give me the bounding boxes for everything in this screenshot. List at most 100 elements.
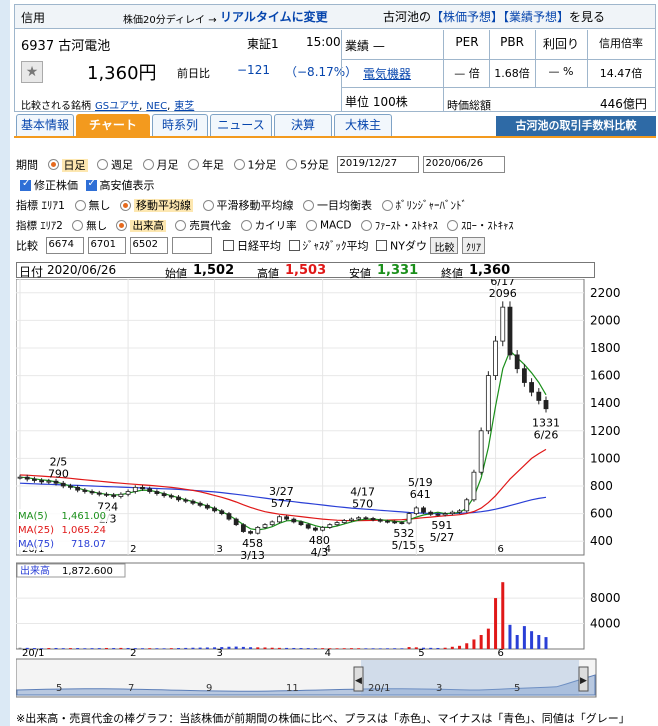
area1-option[interactable]: 一目均衡表: [317, 199, 372, 212]
area2-radio[interactable]: [72, 220, 84, 231]
area1-radio[interactable]: [120, 199, 131, 211]
area2-radio[interactable]: [175, 220, 187, 231]
candle-body: [413, 507, 419, 515]
area2-radio[interactable]: [240, 220, 252, 231]
period-radio[interactable]: [47, 159, 59, 170]
period-radio[interactable]: [286, 159, 297, 170]
candle-body: [154, 491, 160, 494]
period-option[interactable]: 週足: [111, 159, 133, 172]
business-forecast-link[interactable]: 【業績予想】: [503, 10, 569, 24]
area2-option[interactable]: MACD: [320, 220, 351, 232]
tab-time-series[interactable]: 時系列: [152, 114, 208, 136]
period-option[interactable]: 1分足: [248, 159, 277, 172]
tab-chart[interactable]: チャート: [76, 114, 150, 136]
period-radio[interactable]: [142, 159, 154, 170]
compared-stock-link[interactable]: NEC: [146, 101, 167, 112]
volume-bar: [306, 648, 310, 649]
tab-news[interactable]: ニュース: [210, 114, 272, 136]
compare-code-input[interactable]: 6701: [87, 237, 126, 254]
metric-label-per: PER: [455, 35, 479, 49]
compare-button[interactable]: 比較: [430, 237, 459, 254]
date-tick-label: 4: [325, 544, 331, 555]
close-value: 1,360: [469, 263, 511, 278]
period-radio[interactable]: [97, 159, 108, 170]
period-option[interactable]: 日足: [61, 158, 88, 172]
price-change-pct: （−8.17%）: [285, 65, 358, 79]
tab-shareholders[interactable]: 大株主: [334, 114, 392, 136]
volume-bar: [90, 648, 94, 649]
period-radio[interactable]: [188, 159, 199, 170]
compare-code-input[interactable]: 6674: [45, 237, 84, 254]
area1-radio[interactable]: [202, 199, 214, 211]
volume-bar: [104, 647, 108, 649]
compare-code-input[interactable]: [171, 237, 212, 254]
period-option[interactable]: 月足: [157, 159, 179, 172]
area1-radio[interactable]: [381, 199, 393, 211]
adjusted-price-checkbox[interactable]: [20, 178, 31, 191]
date-tick-label: 2: [130, 544, 136, 555]
open-value: 1,502: [193, 263, 235, 278]
compare-code-input[interactable]: 6502: [129, 237, 168, 254]
candle-body: [212, 507, 217, 512]
period-option[interactable]: 年足: [202, 159, 224, 172]
tab-basic-info[interactable]: 基本情報: [16, 114, 74, 136]
candle-body: [449, 511, 455, 515]
price-chart-svg[interactable]: 1/108642/57907242/34583/133/275774804/34…: [0, 275, 656, 699]
candle-body: [320, 526, 326, 531]
compared-stock-link[interactable]: 東芝: [174, 101, 194, 112]
candle-body: [313, 527, 318, 531]
nikkei-checkbox[interactable]: [223, 240, 234, 251]
volume-bar: [443, 647, 447, 649]
area1-option[interactable]: ﾎﾞﾘﾝｼﾞｬｰﾊﾞﾝﾄﾞ: [396, 199, 468, 212]
clear-button[interactable]: ｸﾘｱ: [461, 237, 485, 254]
area2-radio[interactable]: [116, 220, 128, 231]
period-radio[interactable]: [233, 159, 245, 170]
area2-option[interactable]: ﾌｧｰｽﾄ・ｽﾄｷｬｽ: [375, 220, 438, 232]
area2-option[interactable]: ｽﾛｰ・ｽﾄｷｬｽ: [461, 220, 514, 232]
left-arrow-icon: ◀: [355, 676, 362, 686]
date-from-input[interactable]: 2019/12/27: [336, 156, 419, 173]
divider: [443, 30, 444, 112]
fee-comparison-link[interactable]: 古河池の取引手数料比較: [496, 116, 656, 136]
high-value: 1,503: [285, 263, 327, 278]
candle-body: [363, 517, 369, 520]
area1-option[interactable]: 無し: [89, 199, 111, 212]
area1-option[interactable]: 平滑移動平均線: [217, 199, 294, 212]
favorite-star-icon[interactable]: ★: [21, 61, 43, 83]
area2-option[interactable]: 売買代金: [189, 220, 231, 232]
highlow-label: 高安値表示: [99, 179, 155, 192]
area2-option[interactable]: 出来高: [130, 220, 166, 232]
compared-stock-link[interactable]: GSユアサ: [95, 101, 139, 112]
area2-radio[interactable]: [360, 220, 372, 231]
candle-body: [529, 382, 534, 393]
area1-radio[interactable]: [303, 199, 314, 211]
metric-label-pbr: PBR: [500, 35, 524, 49]
annotation-value: 5/15: [392, 539, 417, 552]
area2-option[interactable]: カイリ率: [255, 220, 297, 232]
date-to-input[interactable]: 2020/06/26: [422, 156, 505, 173]
tab-earnings[interactable]: 決算: [274, 114, 332, 136]
navigator-selection[interactable]: [361, 660, 579, 696]
jasdaq-checkbox[interactable]: [288, 240, 300, 251]
candle-body: [233, 518, 239, 526]
nydow-checkbox[interactable]: [376, 240, 387, 251]
area2-option[interactable]: 無し: [86, 220, 107, 232]
ma-legend-value: 1,065.24: [61, 525, 106, 536]
area1-radio[interactable]: [74, 199, 86, 211]
stock-forecast-link[interactable]: 【株価予想】: [431, 10, 503, 24]
candle-body: [500, 306, 506, 342]
candle-body: [53, 480, 59, 484]
nydow-label: NYダウ: [390, 239, 427, 253]
area2-radio[interactable]: [447, 220, 459, 231]
candle-body: [255, 526, 261, 534]
area2-radio[interactable]: [306, 220, 317, 231]
period-option[interactable]: 5分足: [300, 159, 329, 172]
highlow-checkbox[interactable]: [85, 178, 97, 191]
realtime-link[interactable]: リアルタイムに変更: [220, 8, 328, 25]
sector-link[interactable]: 電気機器: [363, 65, 411, 82]
candle-body: [226, 513, 232, 520]
adjusted-price-label: 修正株価: [34, 179, 78, 192]
area1-option[interactable]: 移動平均線: [134, 199, 193, 212]
jasdaq-label: ｼﾞｬｽﾀﾞｯｸ平均: [302, 239, 369, 253]
forecast-links: 古河池の【株価予想】【業績予想】を見る: [383, 8, 605, 25]
